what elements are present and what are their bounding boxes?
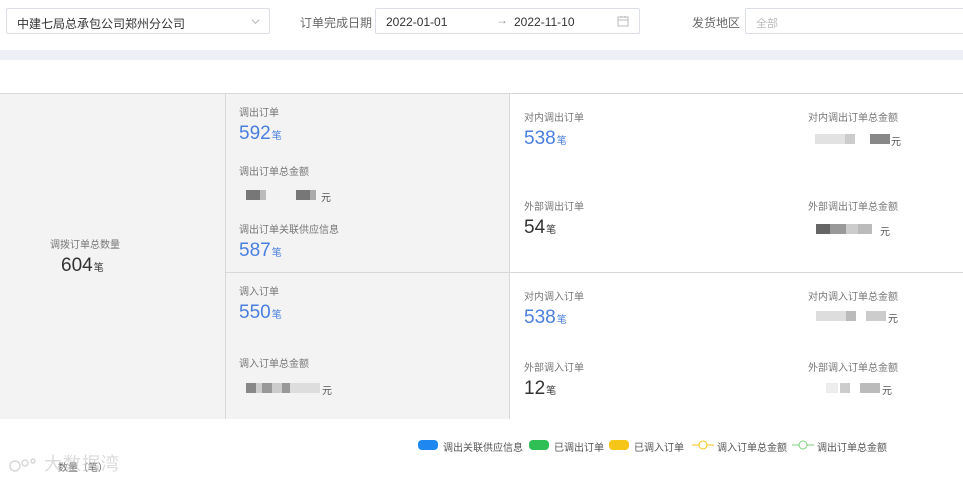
external-outgoing-label: 外部调出订单 (524, 202, 584, 213)
watermark-text: 大数据湾 (44, 454, 120, 475)
section-divider (0, 50, 963, 60)
date-filter-label: 订单完成日期 (300, 16, 373, 30)
incoming-amount-label: 调入订单总金额 (239, 359, 309, 370)
external-incoming-value: 12笔 (524, 378, 557, 399)
legend-item-incoming-amount[interactable]: 调入订单总金额 (692, 438, 792, 454)
company-select[interactable]: 中建七局总承包公司郑州分公司 (6, 8, 270, 34)
outgoing-orders-label: 调出订单 (239, 108, 279, 119)
legend-label: 调入订单总金额 (717, 443, 787, 454)
total-orders-value: 604笔 (61, 255, 104, 276)
region-select[interactable]: 全部 (745, 8, 963, 34)
filter-bar: 中建七局总承包公司郑州分公司 订单完成日期 2022-01-01 → 2022-… (0, 0, 963, 48)
external-outgoing-value: 54笔 (524, 217, 557, 238)
incoming-summary-cell: 调入订单 550笔 调入订单总金额 元 (226, 273, 510, 419)
total-orders-label: 调拨订单总数量 (50, 240, 120, 251)
incoming-orders-value: 550笔 (239, 302, 282, 323)
incoming-orders-label: 调入订单 (239, 287, 279, 298)
legend-swatch (609, 440, 629, 450)
internal-outgoing-amount-redacted: 元 (815, 134, 905, 148)
date-end-input[interactable]: 2022-11-10 (514, 15, 575, 29)
watermark-logo-icon (9, 458, 36, 472)
internal-incoming-value: 538笔 (524, 307, 567, 328)
legend-item-incoming-orders[interactable]: 已调入订单 (609, 438, 685, 454)
external-outgoing-amount-label: 外部调出订单总金额 (808, 202, 898, 213)
region-filter-label: 发货地区 (692, 16, 741, 30)
outgoing-detail-cell: 对内调出订单 538笔 对内调出订单总金额 元 外部调出订单 54笔 外部调出订… (510, 94, 963, 273)
legend-swatch (418, 440, 438, 450)
legend-item-outgoing-amount[interactable]: 调出订单总金额 (792, 438, 892, 454)
region-select-placeholder: 全部 (756, 18, 778, 30)
internal-outgoing-value: 538笔 (524, 128, 567, 149)
date-range-separator: → (496, 13, 508, 27)
external-incoming-label: 外部调入订单 (524, 363, 584, 374)
incoming-amount-redacted: 元 (246, 383, 336, 397)
date-range-picker[interactable]: 2022-01-01 → 2022-11-10 (375, 8, 640, 34)
internal-incoming-amount-redacted: 元 (816, 311, 906, 325)
outgoing-amount-value-redacted: 元 (246, 190, 331, 204)
external-incoming-amount-label: 外部调入订单总金额 (808, 363, 898, 374)
legend-item-outgoing-orders[interactable]: 已调出订单 (529, 438, 605, 454)
company-select-value: 中建七局总承包公司郑州分公司 (17, 17, 186, 31)
internal-incoming-label: 对内调入订单 (524, 292, 584, 303)
internal-outgoing-label: 对内调出订单 (524, 113, 584, 124)
outgoing-amount-label: 调出订单总金额 (239, 167, 309, 178)
internal-outgoing-amount-label: 对内调出订单总金额 (808, 113, 898, 124)
external-incoming-amount-redacted: 元 (826, 383, 906, 397)
external-outgoing-amount-redacted: 元 (816, 224, 896, 238)
date-start-input[interactable]: 2022-01-01 (386, 15, 447, 29)
outgoing-orders-value: 592笔 (239, 123, 282, 144)
legend-label: 调出订单总金额 (817, 443, 887, 454)
legend-line-marker (792, 440, 814, 450)
legend-label: 调出关联供应信息 (443, 443, 523, 454)
legend-swatch (529, 440, 549, 450)
legend-label: 已调入订单 (634, 443, 684, 454)
outgoing-supplier-value: 587笔 (239, 240, 282, 261)
internal-incoming-amount-label: 对内调入订单总金额 (808, 292, 898, 303)
outgoing-supplier-label: 调出订单关联供应信息 (239, 225, 339, 236)
transfer-stats-panel: 调拨订单总数量 604笔 调出订单 592笔 调出订单总金额 元 调出订单关联供… (0, 93, 963, 419)
outgoing-summary-cell: 调出订单 592笔 调出订单总金额 元 调出订单关联供应信息 587笔 (226, 94, 510, 273)
incoming-detail-cell: 对内调入订单 538笔 对内调入订单总金额 元 外部调入订单 12笔 外部调入订… (510, 273, 963, 419)
legend-item-supplier-info[interactable]: 调出关联供应信息 (418, 438, 523, 454)
calendar-icon (617, 16, 629, 27)
watermark: 大数据湾 (8, 450, 120, 476)
total-orders-cell: 调拨订单总数量 604笔 (0, 94, 226, 419)
chevron-down-icon (251, 19, 260, 25)
legend-line-marker (692, 440, 714, 450)
legend-label: 已调出订单 (554, 443, 604, 454)
